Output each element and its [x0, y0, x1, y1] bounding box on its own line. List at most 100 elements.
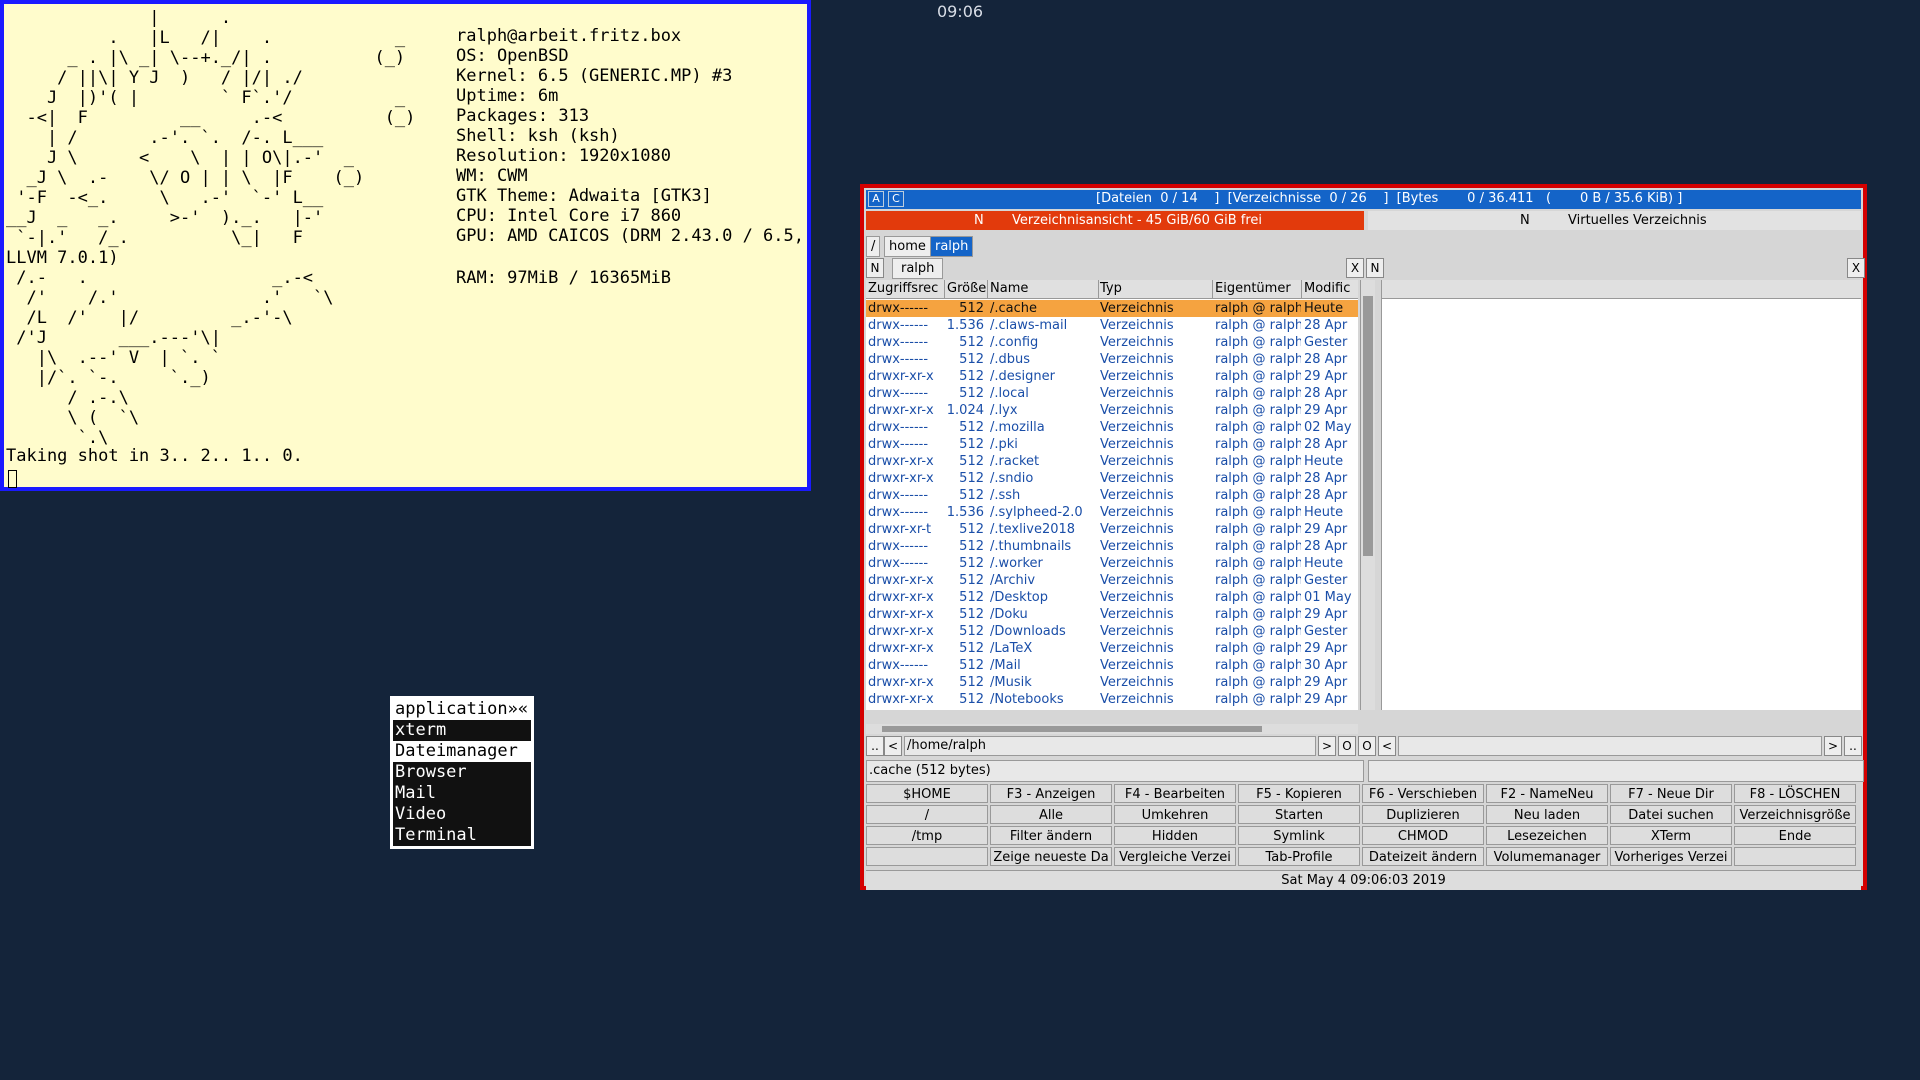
- right-path-input[interactable]: [1398, 736, 1822, 756]
- function-button[interactable]: F3 - Anzeigen: [990, 784, 1112, 803]
- table-row[interactable]: drwxr-xr-x 512/.designer Verzeichnis ralph …: [866, 368, 1358, 385]
- table-row[interactable]: drwx------ 512/.local Verzeichnis ralph @ r…: [866, 385, 1358, 402]
- function-button[interactable]: Starten: [1238, 805, 1360, 824]
- function-button[interactable]: [1734, 847, 1856, 866]
- parent-dir-button-left[interactable]: ..: [866, 736, 884, 756]
- left-horizontal-scrollbar[interactable]: [866, 724, 1358, 734]
- table-row[interactable]: drwxr-xr-x 512/Archiv Verzeichnis ralph @ r…: [866, 572, 1358, 589]
- function-button[interactable]: Verzeichnisgröße: [1734, 805, 1856, 824]
- function-button[interactable]: Vorheriges Verzei: [1610, 847, 1732, 866]
- table-row[interactable]: drwx------ 1.536/.sylpheed-2.0 Verzeichnis…: [866, 504, 1358, 521]
- function-button[interactable]: F6 - Verschieben: [1362, 784, 1484, 803]
- function-button[interactable]: /tmp: [866, 826, 988, 845]
- parent-dir-button-right[interactable]: ..: [1844, 736, 1862, 756]
- function-button[interactable]: CHMOD: [1362, 826, 1484, 845]
- function-button[interactable]: Tab-Profile: [1238, 847, 1360, 866]
- function-button[interactable]: Ende: [1734, 826, 1856, 845]
- xterm-window[interactable]: | . . |L /| . _ _ . |\ _| \--+._/| . (_)…: [0, 0, 811, 491]
- scrollbar-thumb[interactable]: [882, 726, 1262, 732]
- table-row[interactable]: drwxr-xr-x 512/.racket Verzeichnis ralph @ …: [866, 453, 1358, 470]
- function-button[interactable]: Datei suchen: [1610, 805, 1732, 824]
- history-forward-button-right[interactable]: >: [1824, 736, 1842, 756]
- function-button[interactable]: Umkehren: [1114, 805, 1236, 824]
- worker-file-manager-window[interactable]: A C [Dateien 0 / 14 ] [Verzeichnisse 0 /…: [860, 184, 1867, 890]
- table-row[interactable]: drwxr-xr-x 1.024/.lyx Verzeichnis ralph @ r…: [866, 402, 1358, 419]
- function-button[interactable]: Zeige neueste Da: [990, 847, 1112, 866]
- right-new-tab-button[interactable]: N: [1366, 258, 1384, 278]
- function-button[interactable]: Filter ändern: [990, 826, 1112, 845]
- menu-item-terminal[interactable]: Terminal: [393, 825, 531, 846]
- function-button[interactable]: F5 - Kopieren: [1238, 784, 1360, 803]
- left-file-list[interactable]: Zugriffsrec Größe Name Typ Eigentümer Mo…: [866, 280, 1358, 710]
- table-row[interactable]: drwx------ 512/.dbus Verzeichnis ralph @ ra…: [866, 351, 1358, 368]
- table-row[interactable]: drwxr-xr-x 512/.sndio Verzeichnis ralph @ r…: [866, 470, 1358, 487]
- table-row[interactable]: drwx------ 512/.mozilla Verzeichnis ralph @…: [866, 419, 1358, 436]
- table-row[interactable]: drwx------ 512/Mail Verzeichnis ralph @ ral…: [866, 657, 1358, 674]
- function-button[interactable]: F4 - Bearbeiten: [1114, 784, 1236, 803]
- history-back-button-right[interactable]: <: [1378, 736, 1396, 756]
- right-close-tab-button[interactable]: X: [1847, 258, 1865, 278]
- table-row[interactable]: drwx------ 1.536/.claws-mail Verzeichnis ra…: [866, 317, 1358, 334]
- cell-size: 512: [959, 335, 984, 350]
- function-button[interactable]: [866, 847, 988, 866]
- a-button[interactable]: A: [868, 191, 884, 207]
- column-size[interactable]: Größe: [945, 280, 988, 298]
- table-row[interactable]: drwxr-xr-x 512/Desktop Verzeichnis ralph @ …: [866, 589, 1358, 606]
- function-button[interactable]: F8 - LÖSCHEN: [1734, 784, 1856, 803]
- menu-item-xterm[interactable]: xterm: [393, 720, 531, 741]
- application-menu[interactable]: application»« xterm Dateimanager Browser…: [390, 696, 534, 849]
- function-button[interactable]: Alle: [990, 805, 1112, 824]
- c-button[interactable]: C: [888, 191, 904, 207]
- function-button[interactable]: Vergleiche Verzei: [1114, 847, 1236, 866]
- column-permissions[interactable]: Zugriffsrec: [866, 280, 945, 298]
- scrollbar-thumb[interactable]: [1363, 296, 1373, 556]
- table-row[interactable]: drwxr-xr-x 512/LaTeX Verzeichnis ralph @ ra…: [866, 640, 1358, 657]
- column-owner[interactable]: Eigentümer: [1213, 280, 1302, 298]
- breadcrumb-ralph[interactable]: ralph: [930, 236, 974, 257]
- history-back-button-left[interactable]: <: [884, 736, 902, 756]
- left-new-tab-button[interactable]: N: [866, 258, 884, 278]
- breadcrumb-root[interactable]: /: [866, 236, 881, 257]
- function-button[interactable]: Symlink: [1238, 826, 1360, 845]
- right-panel-title[interactable]: N Virtuelles Verzeichnis: [1368, 211, 1861, 230]
- function-button[interactable]: Volumemanager: [1486, 847, 1608, 866]
- right-file-list[interactable]: [1381, 280, 1861, 710]
- breadcrumb-home[interactable]: home: [884, 236, 931, 257]
- menu-item-dateimanager[interactable]: Dateimanager: [393, 741, 531, 762]
- left-path-input[interactable]: /home/ralph: [904, 736, 1316, 756]
- table-row[interactable]: drwx------ 512/.ssh Verzeichnis ralph @ ral…: [866, 487, 1358, 504]
- table-row[interactable]: drwxr-xr-t 512/.texlive2018 Verzeichnis ral…: [866, 521, 1358, 538]
- table-row[interactable]: drwxr-xr-x 512/Doku Verzeichnis ralph @ ral…: [866, 606, 1358, 623]
- table-row[interactable]: drwxr-xr-x 512/Musik Verzeichnis ralph @ ra…: [866, 674, 1358, 691]
- table-row[interactable]: drwx------ 512/.thumbnails Verzeichnis ralp…: [866, 538, 1358, 555]
- function-button[interactable]: Hidden: [1114, 826, 1236, 845]
- function-button[interactable]: Lesezeichen: [1486, 826, 1608, 845]
- left-vertical-scrollbar[interactable]: [1360, 280, 1375, 710]
- function-button[interactable]: Dateizeit ändern: [1362, 847, 1484, 866]
- function-button[interactable]: F2 - NameNeu: [1486, 784, 1608, 803]
- table-row[interactable]: drwxr-xr-x 512/Downloads Verzeichnis ralph …: [866, 623, 1358, 640]
- table-row[interactable]: drwxr-xr-x 512/Notebooks Verzeichnis ralph …: [866, 691, 1358, 708]
- column-type[interactable]: Typ: [1098, 280, 1213, 298]
- right-o-button[interactable]: O: [1358, 736, 1376, 756]
- table-row[interactable]: drwx------ 512/.config Verzeichnis ralph @ …: [866, 334, 1358, 351]
- table-row[interactable]: drwx------ 512/.pki Verzeichnis ralph @ ral…: [866, 436, 1358, 453]
- column-modified[interactable]: Modific: [1302, 280, 1360, 298]
- function-button[interactable]: $HOME: [866, 784, 988, 803]
- function-button[interactable]: F7 - Neue Dir: [1610, 784, 1732, 803]
- function-button[interactable]: Neu laden: [1486, 805, 1608, 824]
- left-o-button[interactable]: O: [1338, 736, 1356, 756]
- tab-ralph[interactable]: ralph: [892, 258, 944, 279]
- column-name[interactable]: Name: [988, 280, 1099, 298]
- table-row[interactable]: drwx------ 512/.cache Verzeichnis ralph @ r…: [866, 300, 1358, 317]
- function-button[interactable]: XTerm: [1610, 826, 1732, 845]
- menu-item-browser[interactable]: Browser: [393, 762, 531, 783]
- menu-item-mail[interactable]: Mail: [393, 783, 531, 804]
- menu-item-video[interactable]: Video: [393, 804, 531, 825]
- history-forward-button-left[interactable]: >: [1318, 736, 1336, 756]
- left-close-tab-button[interactable]: X: [1346, 258, 1364, 278]
- function-button[interactable]: /: [866, 805, 988, 824]
- function-button[interactable]: Duplizieren: [1362, 805, 1484, 824]
- left-panel-title[interactable]: N Verzeichnisansicht - 45 GiB/60 GiB fre…: [866, 211, 1364, 230]
- table-row[interactable]: drwx------ 512/.worker Verzeichnis ralph @ …: [866, 555, 1358, 572]
